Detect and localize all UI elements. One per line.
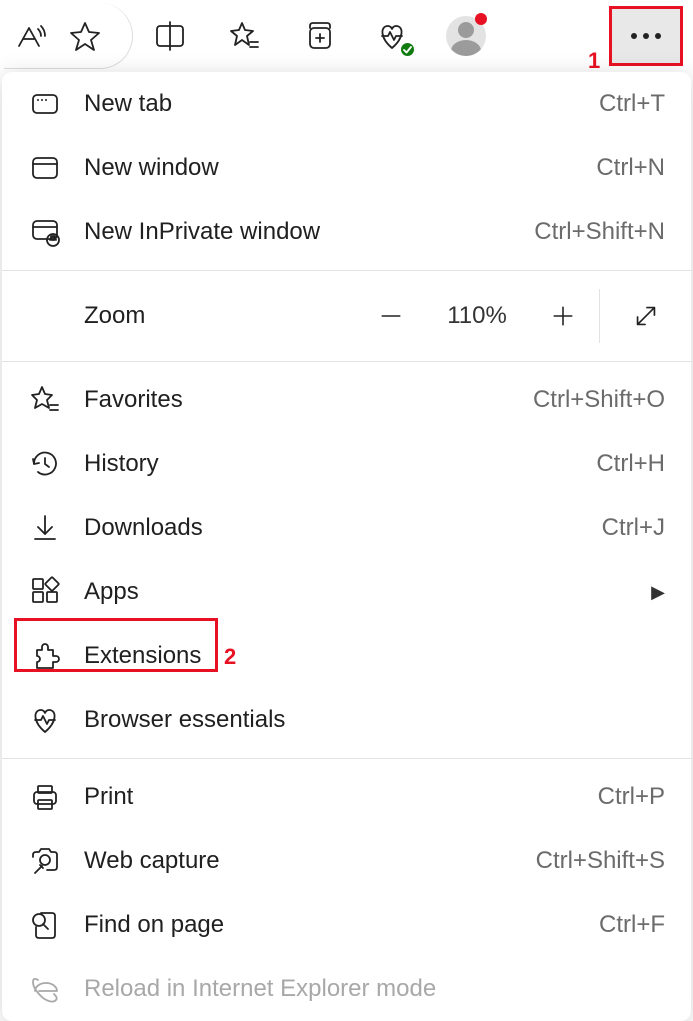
- fullscreen-button[interactable]: [599, 289, 691, 343]
- menu-item-favorites[interactable]: Favorites Ctrl+Shift+O: [2, 368, 691, 432]
- menu-label: Web capture: [84, 847, 536, 875]
- menu-item-ie-mode: Reload in Internet Explorer mode: [2, 957, 691, 1021]
- downloads-icon: [28, 511, 62, 545]
- annotation-1: 1: [588, 48, 600, 74]
- menu-item-inprivate[interactable]: New InPrivate window Ctrl+Shift+N: [2, 200, 691, 264]
- menu-label: New InPrivate window: [84, 218, 534, 246]
- favorites-list-button[interactable]: [207, 3, 281, 69]
- ie-icon: [28, 972, 62, 1006]
- plus-icon: [549, 302, 577, 330]
- menu-item-history[interactable]: History Ctrl+H: [2, 432, 691, 496]
- menu-shortcut: Ctrl+F: [599, 911, 665, 939]
- annotation-2: 2: [224, 644, 236, 670]
- menu-label: History: [84, 450, 596, 478]
- menu-item-zoom: Zoom 110%: [2, 277, 691, 355]
- menu-shortcut: Ctrl+N: [596, 154, 665, 182]
- menu-label: Favorites: [84, 386, 533, 414]
- star-icon: [69, 20, 101, 52]
- split-screen-button[interactable]: [133, 3, 207, 69]
- address-bar-actions: [4, 3, 133, 69]
- browser-essentials-button[interactable]: [355, 3, 429, 69]
- menu-item-find[interactable]: Find on page Ctrl+F: [2, 893, 691, 957]
- menu-label: Reload in Internet Explorer mode: [84, 975, 665, 1003]
- settings-and-more-button[interactable]: [609, 6, 683, 66]
- menu-shortcut: Ctrl+J: [602, 514, 665, 542]
- menu-label: Find on page: [84, 911, 599, 939]
- favorite-star-button[interactable]: [56, 3, 114, 69]
- read-aloud-button[interactable]: [6, 3, 56, 69]
- new-window-icon: [28, 151, 62, 185]
- menu-shortcut: Ctrl+H: [596, 450, 665, 478]
- split-screen-icon: [154, 20, 186, 52]
- collections-button[interactable]: [281, 3, 355, 69]
- menu-item-downloads[interactable]: Downloads Ctrl+J: [2, 496, 691, 560]
- extensions-icon: [28, 639, 62, 673]
- more-icon: [631, 33, 661, 39]
- zoom-in-button[interactable]: [527, 277, 599, 355]
- new-tab-icon: [28, 87, 62, 121]
- menu-shortcut: Ctrl+P: [598, 783, 665, 811]
- read-aloud-icon: [15, 20, 47, 52]
- zoom-label: Zoom: [84, 302, 355, 330]
- menu-label: Extensions: [84, 642, 665, 670]
- menu-label: New window: [84, 154, 596, 182]
- menu-item-new-tab[interactable]: New tab Ctrl+T: [2, 72, 691, 136]
- menu-item-extensions[interactable]: Extensions: [2, 624, 691, 688]
- collections-icon: [302, 20, 334, 52]
- zoom-value: 110%: [427, 302, 527, 330]
- chevron-right-icon: ▶: [651, 582, 665, 603]
- fullscreen-icon: [631, 301, 661, 331]
- menu-separator: [2, 758, 691, 759]
- favorites-list-icon: [228, 20, 260, 52]
- menu-shortcut: Ctrl+Shift+N: [534, 218, 665, 246]
- menu-label: Apps: [84, 578, 643, 606]
- menu-item-print[interactable]: Print Ctrl+P: [2, 765, 691, 829]
- inprivate-icon: [28, 215, 62, 249]
- menu-shortcut: Ctrl+Shift+O: [533, 386, 665, 414]
- menu-label: Downloads: [84, 514, 602, 542]
- check-badge-icon: [400, 42, 415, 57]
- apps-icon: [28, 575, 62, 609]
- menu-shortcut: Ctrl+Shift+S: [536, 847, 665, 875]
- menu-label: Print: [84, 783, 598, 811]
- minus-icon: [377, 302, 405, 330]
- menu-item-new-window[interactable]: New window Ctrl+N: [2, 136, 691, 200]
- print-icon: [28, 780, 62, 814]
- profile-button[interactable]: [429, 3, 503, 69]
- find-icon: [28, 908, 62, 942]
- menu-item-essentials[interactable]: Browser essentials: [2, 688, 691, 752]
- web-capture-icon: [28, 844, 62, 878]
- history-icon: [28, 447, 62, 481]
- menu-label: Browser essentials: [84, 706, 665, 734]
- notification-dot-icon: [475, 13, 487, 25]
- settings-menu: New tab Ctrl+T New window Ctrl+N New InP…: [2, 72, 691, 1021]
- menu-label: New tab: [84, 90, 599, 118]
- menu-shortcut: Ctrl+T: [599, 90, 665, 118]
- favorites-icon: [28, 383, 62, 417]
- essentials-icon: [28, 703, 62, 737]
- zoom-out-button[interactable]: [355, 277, 427, 355]
- menu-item-capture[interactable]: Web capture Ctrl+Shift+S: [2, 829, 691, 893]
- menu-item-apps[interactable]: Apps ▶: [2, 560, 691, 624]
- menu-separator: [2, 270, 691, 271]
- menu-separator: [2, 361, 691, 362]
